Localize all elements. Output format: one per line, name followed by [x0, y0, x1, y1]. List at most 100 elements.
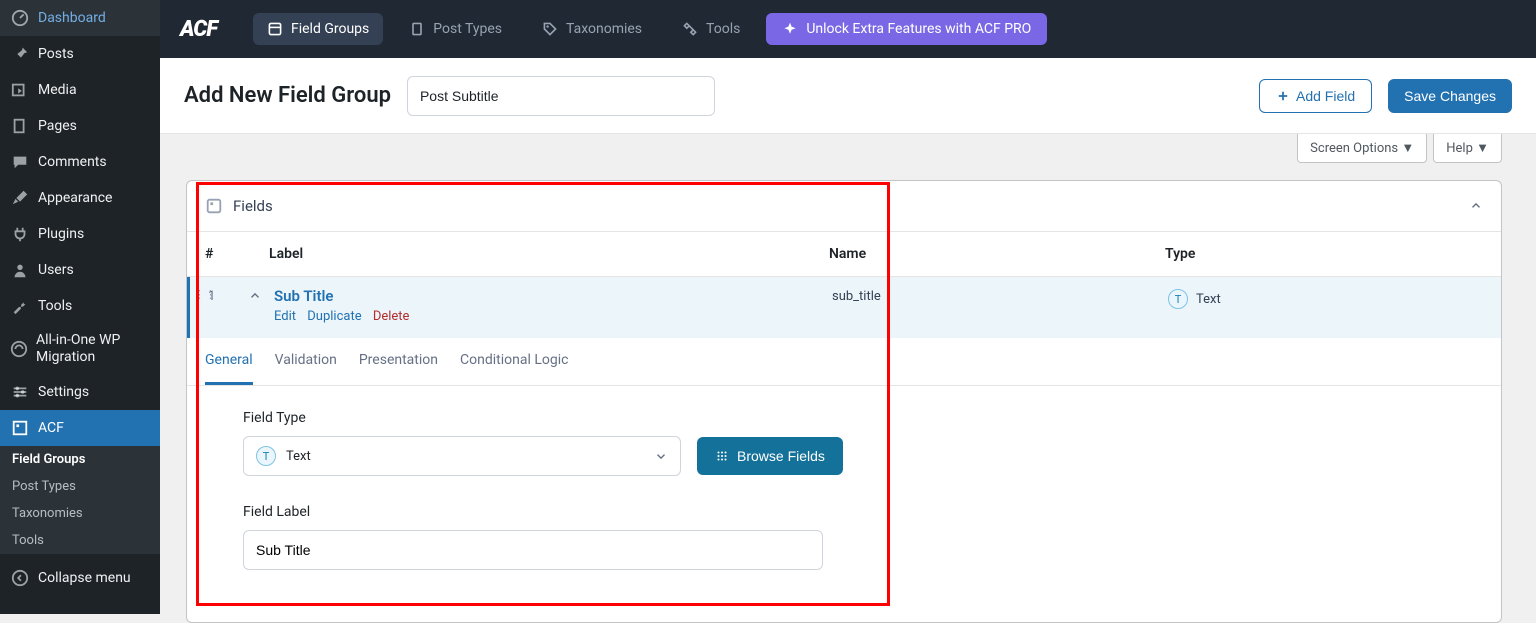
screen-options-bar: Screen Options ▼ Help ▼ [1297, 134, 1502, 163]
pin-icon [10, 44, 30, 64]
panel-collapse-toggle[interactable] [1469, 199, 1483, 213]
field-row[interactable]: ⋮⋮ 1 Sub Title Edit Duplicate Delete sub… [187, 277, 1501, 338]
sidebar-item-comments[interactable]: Comments [0, 144, 160, 180]
sidebar-item-users[interactable]: Users [0, 252, 160, 288]
tools-icon [682, 21, 698, 37]
help-label: Help [1446, 141, 1473, 156]
subtab-validation[interactable]: Validation [275, 338, 337, 385]
sidebar-label: All-in-One WP Migration [36, 332, 150, 366]
gauge-icon [10, 8, 30, 28]
group-title-input[interactable] [407, 76, 715, 116]
sidebar-item-settings[interactable]: Settings [0, 374, 160, 410]
acf-logo: ACF [180, 17, 217, 42]
browse-label: Browse Fields [737, 448, 825, 464]
col-label: Label [269, 246, 829, 262]
subtab-conditional[interactable]: Conditional Logic [460, 338, 568, 385]
caret-down-icon: ▼ [1476, 141, 1489, 156]
sidebar-label: Dashboard [38, 10, 106, 26]
acf-icon [10, 418, 30, 438]
row-actions: Edit Duplicate Delete [274, 309, 832, 324]
save-changes-button[interactable]: Save Changes [1388, 79, 1512, 113]
sidebar-sub-tools[interactable]: Tools [0, 527, 160, 554]
plug-icon [10, 224, 30, 244]
sidebar-item-acf[interactable]: ACF [0, 410, 160, 446]
sidebar-sub-post-types[interactable]: Post Types [0, 473, 160, 500]
panel-title: Fields [233, 197, 273, 215]
tab-label: Field Groups [291, 21, 369, 37]
add-field-label: Add Field [1296, 88, 1355, 104]
tab-tools[interactable]: Tools [668, 13, 754, 45]
drag-handle-icon[interactable]: ⋮⋮ [194, 289, 216, 300]
brush-icon [10, 188, 30, 208]
sliders-icon [10, 382, 30, 402]
caret-down-icon: ▼ [1401, 141, 1414, 156]
sidebar-item-pages[interactable]: Pages [0, 108, 160, 144]
field-label-setting-label: Field Label [243, 504, 1445, 520]
sidebar-item-tools[interactable]: Tools [0, 288, 160, 324]
col-num: # [205, 246, 269, 262]
sidebar-label: Comments [38, 154, 107, 170]
sidebar-item-posts[interactable]: Posts [0, 36, 160, 72]
tag-icon [542, 21, 558, 37]
grid-icon [715, 449, 729, 463]
sidebar-label: Pages [38, 118, 77, 134]
subtab-general[interactable]: General [205, 338, 253, 385]
collapse-label: Collapse menu [38, 570, 131, 586]
help-toggle[interactable]: Help ▼ [1433, 134, 1502, 163]
field-type-select[interactable]: T Text [243, 436, 681, 476]
field-label-link[interactable]: Sub Title [274, 287, 832, 305]
sidebar-label: Tools [38, 298, 72, 314]
sidebar-item-appearance[interactable]: Appearance [0, 180, 160, 216]
tab-taxonomies[interactable]: Taxonomies [528, 13, 656, 45]
migrate-icon [10, 339, 28, 359]
upsell-label: Unlock Extra Features with ACF PRO [806, 21, 1031, 37]
doc-icon [409, 21, 425, 37]
fields-panel: Fields # Label Name Type ⋮⋮ 1 Sub Title … [186, 180, 1502, 623]
collapse-icon [10, 568, 30, 588]
header-bar: Add New Field Group Add Field Save Chang… [160, 58, 1536, 134]
duplicate-link[interactable]: Duplicate [307, 309, 361, 324]
sidebar-label: Settings [38, 384, 89, 400]
select-value: Text [286, 449, 311, 464]
delete-link[interactable]: Delete [373, 309, 410, 324]
panel-header: Fields [187, 181, 1501, 232]
field-type-label: Field Type [243, 410, 1445, 426]
tab-post-types[interactable]: Post Types [395, 13, 516, 45]
tab-field-groups[interactable]: Field Groups [253, 13, 383, 45]
field-settings: Field Type T Text Browse Fields Field La… [187, 386, 1501, 622]
sidebar-item-media[interactable]: Media [0, 72, 160, 108]
upsell-button[interactable]: Unlock Extra Features with ACF PRO [766, 13, 1047, 45]
user-icon [10, 260, 30, 280]
comment-icon [10, 152, 30, 172]
tab-label: Tools [706, 21, 740, 37]
acf-topbar: ACF Field Groups Post Types Taxonomies T… [160, 0, 1536, 58]
sidebar-sub-taxonomies[interactable]: Taxonomies [0, 500, 160, 527]
sidebar-sub-field-groups[interactable]: Field Groups [0, 446, 160, 473]
row-collapse-toggle[interactable] [248, 287, 274, 303]
column-headers: # Label Name Type [187, 232, 1501, 277]
collapse-menu[interactable]: Collapse menu [0, 560, 160, 596]
sparkle-icon [782, 21, 798, 37]
add-field-button[interactable]: Add Field [1259, 79, 1372, 113]
screen-options-toggle[interactable]: Screen Options ▼ [1297, 134, 1427, 163]
type-badge-icon: T [256, 446, 276, 466]
subtab-presentation[interactable]: Presentation [359, 338, 438, 385]
fields-icon [205, 197, 223, 215]
col-type: Type [1165, 246, 1483, 262]
sidebar-label: Media [38, 82, 77, 98]
sidebar-item-aiowpm[interactable]: All-in-One WP Migration [0, 324, 160, 374]
chevron-down-icon [654, 449, 668, 463]
plus-icon [1276, 89, 1290, 103]
page-title: Add New Field Group [184, 83, 391, 108]
browse-fields-button[interactable]: Browse Fields [697, 437, 843, 475]
sidebar-item-plugins[interactable]: Plugins [0, 216, 160, 252]
sidebar-item-dashboard[interactable]: Dashboard [0, 0, 160, 36]
sidebar-label: ACF [38, 420, 64, 436]
admin-sidebar: Dashboard Posts Media Pages Comments App… [0, 0, 160, 614]
tab-label: Taxonomies [566, 21, 642, 37]
layout-icon [267, 21, 283, 37]
edit-link[interactable]: Edit [274, 309, 296, 324]
sidebar-label: Users [38, 262, 74, 278]
sidebar-label: Posts [38, 46, 74, 62]
field-label-input[interactable] [243, 530, 823, 570]
